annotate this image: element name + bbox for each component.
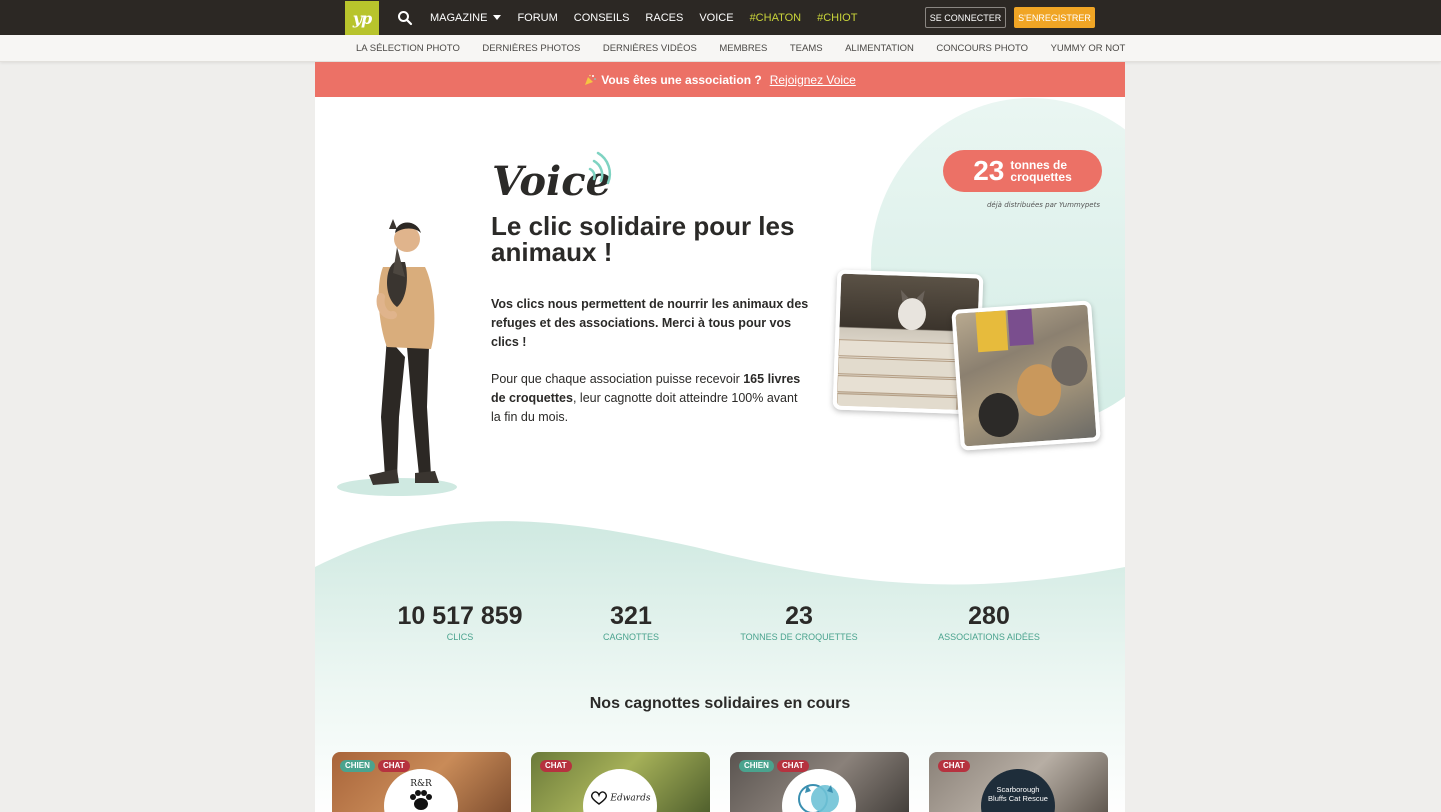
heart-paw-icon	[590, 791, 607, 805]
campaigns-section-title: Nos cagnottes solidaires en cours	[589, 695, 851, 712]
subnav-item-concours-photo[interactable]: CONCOURS PHOTO	[936, 43, 1028, 54]
login-button[interactable]: SE CONNECTER	[925, 7, 1006, 28]
association-logo	[782, 769, 856, 812]
subnav-item-yummy-or-not[interactable]: YUMMY OR NOT	[1051, 43, 1126, 54]
stat-cagnottes: 321 CAGNOTTES	[602, 602, 659, 642]
sub-navigation-bar: LA SÉLECTION PHOTO DERNIÈRES PHOTOS DERN…	[0, 35, 1441, 62]
nav-item-forum[interactable]: FORUM	[517, 12, 557, 24]
main-nav: MAGAZINE FORUM CONSEILS RACES VOICE #CHA…	[430, 0, 873, 35]
subnav-item-dernieres-photos[interactable]: DERNIÈRES PHOTOS	[482, 43, 580, 54]
voice-logo: Voice	[492, 151, 612, 205]
association-logo: Scarborough Bluffs Cat Rescue	[981, 769, 1055, 812]
chevron-down-icon	[493, 15, 502, 20]
nav-item-voice[interactable]: VOICE	[699, 12, 733, 24]
subnav-item-selection-photo[interactable]: LA SÉLECTION PHOTO	[356, 43, 460, 54]
nav-item-races[interactable]: RACES	[645, 12, 683, 24]
tag-chat: CHAT	[378, 760, 410, 772]
dogs-with-food-photo	[951, 300, 1101, 451]
join-voice-link[interactable]: Rejoignez Voice	[770, 73, 856, 87]
page-title: Le clic solidaire pour les animaux !	[491, 211, 795, 267]
campaign-card[interactable]: CHAT Scarborough Bluffs Cat Rescue	[929, 752, 1108, 812]
intro-text: Vos clics nous permettent de nourrir les…	[491, 297, 809, 349]
campaign-card[interactable]: CHAT Edwards	[531, 752, 710, 812]
tag-chat: CHAT	[777, 760, 809, 772]
campaign-card[interactable]: CHIEN CHAT R&R	[332, 752, 511, 812]
funding-rule-text: Pour que chaque association puisse recev…	[491, 372, 801, 424]
subnav-item-dernieres-videos[interactable]: DERNIÈRES VIDÉOS	[603, 43, 697, 54]
paw-icon	[410, 790, 432, 810]
party-popper-icon	[585, 74, 597, 85]
subnav-item-membres[interactable]: MEMBRES	[719, 43, 767, 54]
search-icon[interactable]	[397, 10, 413, 26]
association-banner: Vous êtes une association ? Rejoignez Vo…	[315, 62, 1125, 97]
tag-chat: CHAT	[540, 760, 572, 772]
nav-item-conseils[interactable]: CONSEILS	[574, 12, 630, 24]
association-logo: Edwards	[583, 769, 657, 812]
tag-chat: CHAT	[938, 760, 970, 772]
yummypets-logo[interactable]: yp	[345, 1, 379, 35]
subnav-item-teams[interactable]: TEAMS	[790, 43, 823, 54]
stat-tons: 23 TONNES DE CROQUETTES	[740, 602, 858, 642]
voice-main-panel: Vous êtes une association ? Rejoignez Vo…	[315, 62, 1125, 812]
svg-text:Voice: Voice	[492, 158, 611, 205]
tag-chien: CHIEN	[340, 760, 375, 772]
stat-associations: 280 ASSOCIATIONS AIDÉES	[938, 602, 1040, 642]
cat-dog-logo-icon	[798, 784, 839, 812]
nav-item-chaton[interactable]: #CHATON	[750, 12, 802, 24]
tons-caption: déjà distribuées par Yummypets	[986, 201, 1100, 209]
tons-distributed-badge: 23 tonnes de croquettes	[943, 150, 1102, 192]
stat-clicks: 10 517 859 CLICS	[397, 602, 523, 642]
banner-question: Vous êtes une association ?	[601, 72, 762, 87]
campaign-card[interactable]: CHIEN CHAT	[730, 752, 909, 812]
subnav-item-alimentation[interactable]: ALIMENTATION	[845, 43, 914, 54]
association-logo: R&R	[384, 769, 458, 812]
nav-item-magazine[interactable]: MAGAZINE	[430, 12, 502, 24]
top-navigation-bar: yp MAGAZINE FORUM CONSEILS RACES VOICE #…	[0, 0, 1441, 35]
person-holding-cat-illustration	[337, 219, 457, 496]
nav-item-chiot[interactable]: #CHIOT	[817, 12, 857, 24]
tag-chien: CHIEN	[739, 760, 774, 772]
register-button[interactable]: S'ENREGISTRER	[1014, 7, 1095, 28]
